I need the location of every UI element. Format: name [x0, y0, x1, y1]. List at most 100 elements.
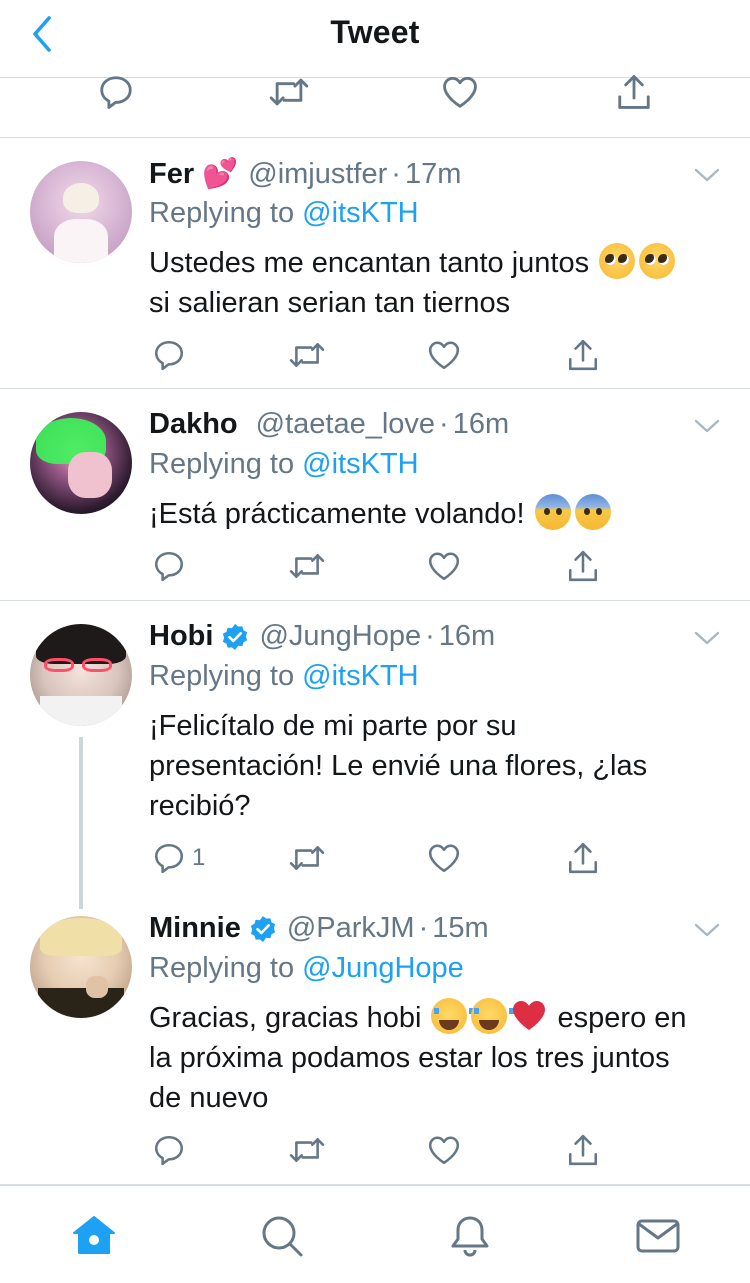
chevron-down-icon[interactable] — [694, 418, 720, 434]
heart-icon — [441, 73, 479, 111]
tweet-text-line: ¡Felicítalo de mi parte por su — [149, 710, 517, 742]
tweet-text-line: Gracias, gracias hobi — [149, 1002, 422, 1034]
share-icon — [566, 338, 600, 372]
retweet-button[interactable] — [287, 838, 327, 878]
share-button[interactable] — [615, 72, 653, 112]
reply-button[interactable] — [152, 546, 186, 586]
home-icon — [73, 1216, 115, 1254]
tweet-text-line: Ustedes me encantan tanto juntos — [149, 247, 590, 279]
replying-to: Replying to @itsKTH — [149, 197, 419, 230]
reply-tweet[interactable]: Fer 💕 @imjustfer · 17m Replying to @itsK… — [0, 139, 750, 389]
reply-count: 1 — [192, 844, 206, 871]
share-button[interactable] — [566, 335, 600, 375]
username[interactable]: @ParkJM — [287, 912, 415, 945]
username[interactable]: @taetae_love — [256, 408, 435, 441]
timestamp: 17m — [404, 157, 462, 190]
reply-button[interactable] — [152, 1130, 186, 1170]
separator: · — [391, 157, 401, 190]
heart-icon — [427, 549, 461, 583]
retweet-button[interactable] — [287, 335, 327, 375]
mention-link[interactable]: @itsKTH — [302, 197, 418, 229]
username[interactable]: @JungHope — [259, 620, 421, 653]
tab-search[interactable] — [258, 1212, 306, 1260]
chevron-down-icon[interactable] — [694, 167, 720, 183]
tweet-text-line: la próxima podamos estar los tres juntos — [149, 1042, 670, 1074]
reply-tweet[interactable]: Minnie @ParkJM · 15m Replying to @JungHo… — [0, 894, 750, 1185]
retweet-button[interactable] — [287, 546, 327, 586]
replying-to: Replying to @itsKTH — [149, 448, 419, 481]
pleading-face-emoji — [639, 243, 676, 279]
timestamp: 16m — [452, 408, 510, 440]
retweet-icon — [287, 1133, 327, 1167]
crying-face-emoji — [431, 998, 475, 1034]
retweet-button[interactable] — [267, 72, 311, 112]
chevron-down-icon[interactable] — [694, 922, 720, 938]
like-button[interactable] — [427, 546, 461, 586]
fearful-face-emoji — [534, 494, 571, 530]
avatar[interactable] — [30, 916, 132, 1018]
tweet-text: Gracias, gracias hobi espero en la próxi… — [149, 998, 719, 1118]
mention-link[interactable]: @JungHope — [302, 952, 464, 984]
display-name[interactable]: Dakho — [149, 408, 238, 441]
display-name[interactable]: Minnie — [149, 912, 241, 945]
mention-link[interactable]: @itsKTH — [302, 448, 418, 480]
share-icon — [566, 549, 600, 583]
timestamp: 16m — [438, 620, 496, 652]
mention-link[interactable]: @itsKTH — [302, 660, 418, 692]
reply-icon — [152, 338, 186, 372]
tweet-text-line: espero en — [557, 1002, 687, 1034]
share-button[interactable] — [566, 838, 600, 878]
retweet-button[interactable] — [287, 1130, 327, 1170]
two-hearts-emoji: 💕 — [202, 158, 239, 190]
username[interactable]: @imjustfer — [248, 158, 387, 191]
avatar[interactable] — [30, 161, 132, 263]
replying-to: Replying to @itsKTH — [149, 660, 419, 693]
share-button[interactable] — [566, 546, 600, 586]
like-button[interactable] — [441, 72, 479, 112]
timestamp: 15m — [432, 912, 489, 944]
tweet-text: ¡Está prácticamente volando! — [149, 494, 719, 534]
page-title: Tweet — [330, 14, 420, 50]
separator: · — [418, 912, 429, 944]
share-button[interactable] — [566, 1130, 600, 1170]
pleading-face-emoji — [599, 243, 636, 279]
tweet-actions — [0, 335, 750, 375]
top-nav-bar: Tweet — [0, 0, 750, 78]
tweet-text-line: recibió? — [149, 790, 251, 822]
replying-to-label: Replying to — [149, 197, 295, 229]
replying-to: Replying to @JungHope — [149, 952, 464, 985]
reply-button[interactable] — [97, 72, 135, 112]
reply-button[interactable]: 1 — [152, 838, 205, 878]
tweet-actions — [0, 1130, 750, 1170]
avatar[interactable] — [30, 624, 132, 726]
verified-badge-icon — [221, 623, 249, 651]
display-name[interactable]: Fer — [149, 158, 194, 191]
tab-messages[interactable] — [634, 1212, 682, 1260]
heart-icon — [427, 841, 461, 875]
avatar[interactable] — [30, 412, 132, 514]
red-heart-emoji — [511, 998, 547, 1034]
reply-tweet[interactable]: Dakho @taetae_love · 16m Replying to @it… — [0, 390, 750, 601]
tab-notifications[interactable] — [446, 1212, 494, 1260]
main-tweet-actions — [0, 78, 750, 138]
reply-icon — [152, 549, 186, 583]
search-icon — [262, 1216, 303, 1257]
tweet-text-line: si salieran serian tan tiernos — [149, 287, 511, 319]
retweet-icon — [267, 73, 311, 111]
reply-tweet[interactable]: Hobi @JungHope · 16m Replying to @itsKTH… — [0, 602, 750, 894]
replying-to-label: Replying to — [149, 952, 295, 984]
like-button[interactable] — [427, 838, 461, 878]
share-icon — [615, 73, 653, 111]
tweet-text-line: de nuevo — [149, 1082, 269, 1114]
display-name[interactable]: Hobi — [149, 620, 213, 653]
notifications-icon — [451, 1216, 489, 1257]
chevron-down-icon[interactable] — [694, 630, 720, 646]
fearful-face-emoji — [574, 494, 611, 530]
heart-icon — [427, 338, 461, 372]
like-button[interactable] — [427, 1130, 461, 1170]
like-button[interactable] — [427, 335, 461, 375]
reply-icon — [152, 1133, 186, 1167]
reply-button[interactable] — [152, 335, 186, 375]
tab-home[interactable] — [70, 1212, 118, 1260]
tweet-text-line: presentación! Le envié una flores, ¿las — [149, 750, 648, 782]
